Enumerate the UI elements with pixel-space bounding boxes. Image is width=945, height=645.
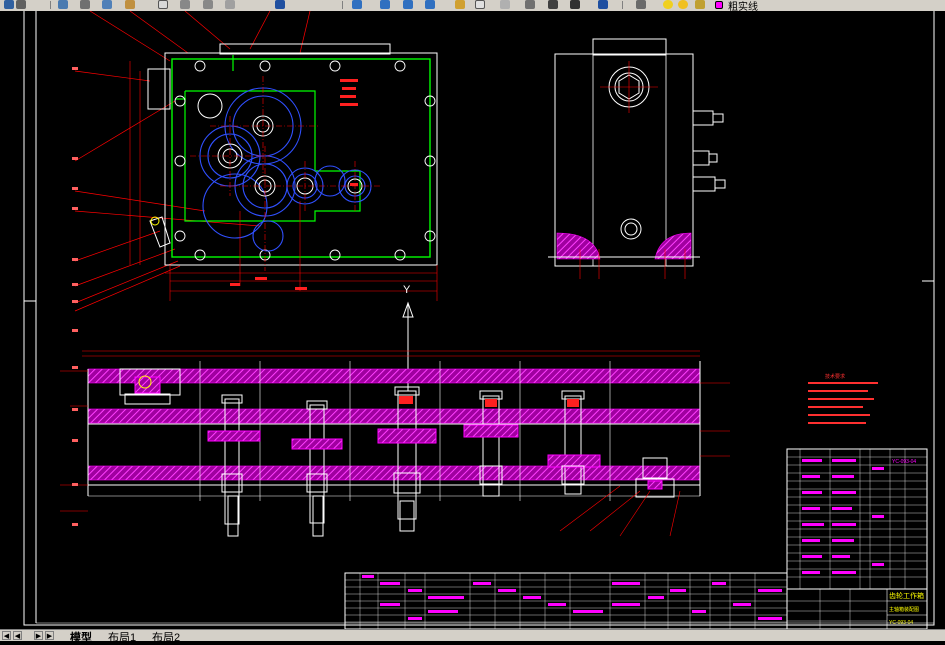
markup-icon[interactable] [500, 0, 510, 9]
pan-icon[interactable] [225, 0, 235, 9]
last-tab-button[interactable]: ▶ [45, 631, 54, 640]
design-center-icon[interactable] [425, 0, 435, 9]
title-block-name: 齿轮工作箱 [889, 591, 924, 600]
parts-list: YC-093-04 [786, 448, 928, 590]
toolbar-separator [622, 1, 623, 9]
tool-palette-icon[interactable] [455, 0, 465, 9]
table-icon[interactable] [570, 0, 580, 9]
match-icon[interactable] [158, 0, 168, 9]
tab-model[interactable]: 模型 [70, 629, 92, 645]
undo-icon[interactable] [180, 0, 190, 9]
save-icon[interactable] [4, 0, 14, 9]
zoom-previous-icon[interactable] [380, 0, 390, 9]
sun-icon[interactable] [678, 0, 688, 9]
print-icon[interactable] [16, 0, 26, 9]
zoom-realtime-icon[interactable] [275, 0, 285, 9]
sheet-border [23, 0, 935, 626]
toolbar-separator [342, 1, 343, 9]
sheet-set-icon[interactable] [525, 0, 535, 9]
view-label-y: Y [403, 284, 411, 296]
first-tab-button[interactable]: ◀ [2, 631, 11, 640]
cad-drawing[interactable]: Y 技术要求 YC-093-04 齿轮工作箱 主轴箱装配图 YC-093-04 [0, 0, 945, 630]
copy-icon[interactable] [102, 0, 112, 9]
side-view [548, 38, 726, 279]
zoom-window-icon[interactable] [352, 0, 362, 9]
title-block-drawing-name: 主轴箱装配图 [889, 606, 919, 613]
front-view [72, 10, 438, 312]
cut-icon[interactable] [80, 0, 90, 9]
grid-icon[interactable] [548, 0, 558, 9]
layer-manager-icon[interactable] [636, 0, 646, 9]
tab-layout1[interactable]: 布局1 [108, 629, 136, 645]
calculator-icon[interactable] [475, 0, 485, 9]
bill-of-materials [344, 572, 788, 630]
tech-title: 技术要求 [825, 373, 845, 380]
toolbar-separator [50, 1, 51, 9]
preview-icon[interactable] [58, 0, 68, 9]
drawing-canvas[interactable]: Y 技术要求 YC-093-04 齿轮工作箱 主轴箱装配图 YC-093-04 [0, 0, 945, 630]
tab-layout2[interactable]: 布局2 [152, 629, 180, 645]
help-icon[interactable] [598, 0, 608, 9]
next-tab-button[interactable]: ▶ [34, 631, 43, 640]
section-view [60, 329, 730, 537]
prev-tab-button[interactable]: ◀ [13, 631, 22, 640]
properties-icon[interactable] [403, 0, 413, 9]
lightbulb-icon[interactable] [663, 0, 673, 9]
paste-icon[interactable] [125, 0, 135, 9]
top-drawing-number: YC-093-04 [892, 459, 916, 465]
lock-icon[interactable] [695, 0, 705, 9]
redo-icon[interactable] [203, 0, 213, 9]
layer-color-swatch[interactable] [715, 1, 723, 9]
layout-tab-bar: ◀ ◀ ▶ ▶ 模型 布局1 布局2 [0, 629, 945, 644]
technical-requirements: 技术要求 [808, 373, 878, 424]
